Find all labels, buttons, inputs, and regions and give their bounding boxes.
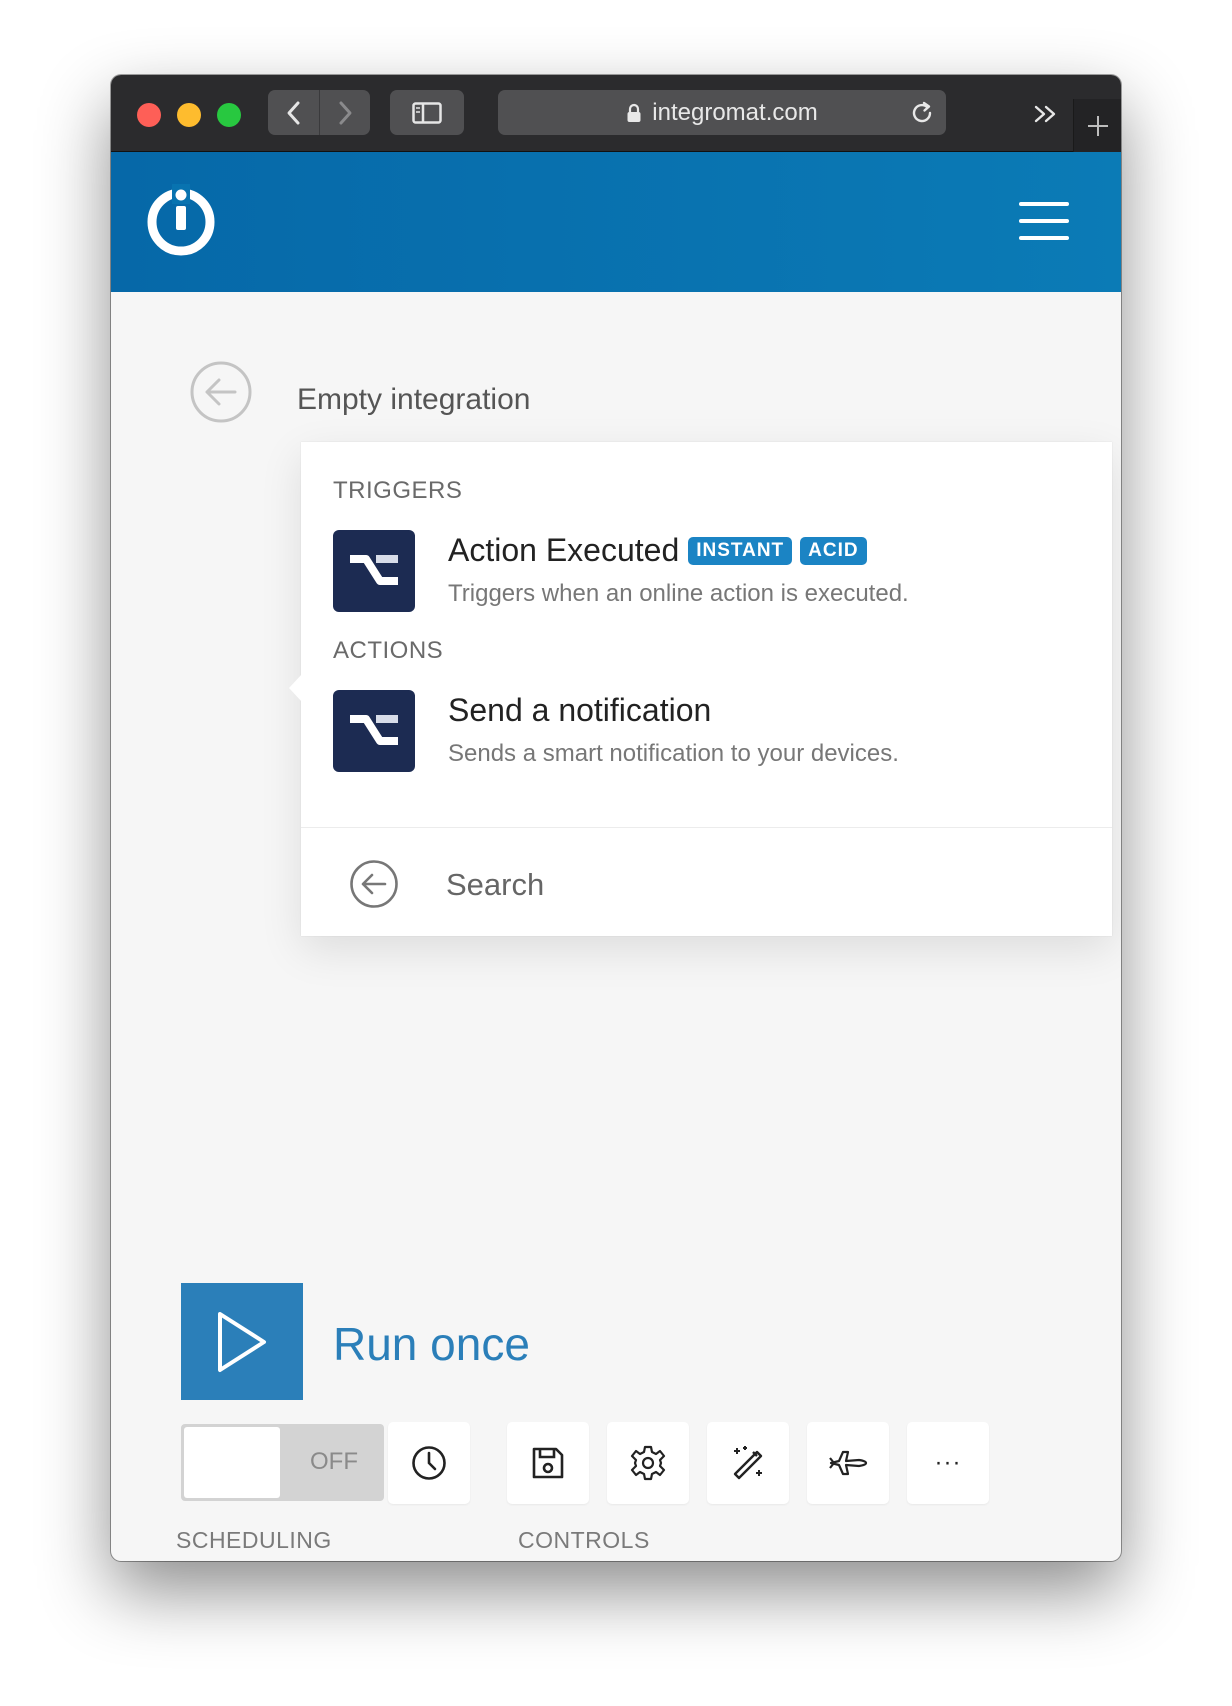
action-launcher-icon [350,715,398,745]
arrow-left-circle-icon [190,361,252,423]
app-header [111,152,1121,292]
hamburger-menu-button[interactable] [1019,202,1069,240]
action-module-icon[interactable] [333,690,415,772]
scheduling-label: SCHEDULING [176,1527,332,1553]
more-tabs-button[interactable] [1031,99,1061,129]
back-arrow-button[interactable] [189,360,253,424]
trigger-module-title-row[interactable]: Action Executed INSTANT ACID [448,532,867,569]
scenario-settings-button[interactable] [607,1422,689,1504]
triggers-section-title: TRIGGERS [333,477,463,504]
action-launcher-icon [350,555,398,585]
gear-icon [630,1445,666,1481]
toggle-knob [184,1427,280,1498]
scheduling-toggle[interactable]: OFF [181,1424,384,1501]
explain-flow-button[interactable] [807,1422,889,1504]
plus-icon [1087,115,1108,136]
double-chevron-right-icon [1034,105,1056,123]
popup-pointer [289,674,302,702]
save-button[interactable] [507,1422,589,1504]
module-picker-popup: TRIGGERS Action Executed INSTANT ACID Tr… [289,442,1112,936]
sidebar-icon [412,101,442,124]
browser-window: integromat.com Empty integration TRIGGER… [111,75,1121,1561]
search-input[interactable]: Search [446,867,544,903]
lock-icon [626,103,642,123]
scenario-title[interactable]: Empty integration [297,383,530,417]
trigger-module-title: Action Executed [448,532,680,568]
trigger-module-description: Triggers when an online action is execut… [448,580,909,607]
action-module-title[interactable]: Send a notification [448,692,711,729]
play-icon [218,1311,266,1372]
search-back-button[interactable] [349,859,399,909]
minimize-window-button[interactable] [177,103,201,127]
controls-label: CONTROLS [518,1527,650,1553]
run-once-button[interactable] [181,1283,303,1400]
clock-icon [412,1446,446,1480]
action-module-description: Sends a smart notification to your devic… [448,740,899,767]
reload-icon[interactable] [908,99,936,127]
chevron-right-icon [339,101,352,124]
instant-badge: INSTANT [688,536,793,565]
history-nav [268,90,370,135]
new-tab-button[interactable] [1073,99,1121,152]
more-options-button[interactable]: ··· [907,1422,989,1504]
acid-badge: ACID [800,536,867,565]
trigger-module-icon[interactable] [333,530,415,612]
url-text: integromat.com [652,98,818,126]
address-bar[interactable]: integromat.com [498,90,946,135]
save-icon [532,1447,564,1479]
arrow-left-circle-icon [350,860,398,908]
close-window-button[interactable] [137,103,161,127]
zoom-window-button[interactable] [217,103,241,127]
forward-button[interactable] [319,90,370,135]
popup-divider [301,827,1112,828]
integromat-logo[interactable] [145,184,217,256]
browser-titlebar: integromat.com [111,75,1121,152]
chevron-left-icon [287,101,299,124]
auto-align-button[interactable] [707,1422,789,1504]
back-button[interactable] [268,90,319,135]
sidebar-toggle-button[interactable] [390,90,464,135]
toggle-state-label: OFF [310,1448,358,1475]
actions-section-title: ACTIONS [333,637,444,664]
schedule-settings-button[interactable] [388,1422,470,1504]
run-once-label[interactable]: Run once [333,1317,530,1371]
magic-wand-icon [733,1446,763,1480]
airplane-icon [829,1450,868,1476]
